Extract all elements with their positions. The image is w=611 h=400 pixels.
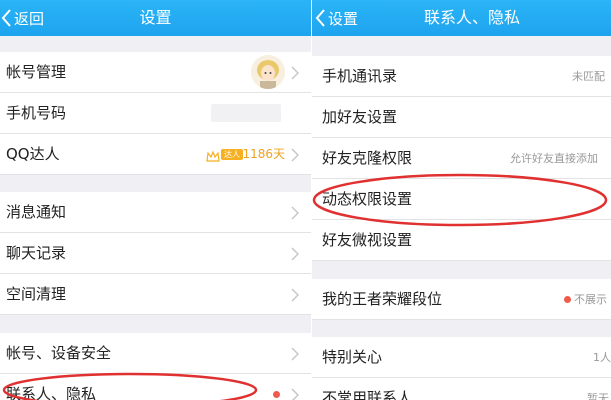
chevron-right-icon — [291, 247, 299, 261]
expert-badge: 达人 — [206, 148, 243, 162]
settings-item-label: 空间清理 — [6, 285, 67, 303]
settings-item-label: 消息通知 — [6, 203, 67, 221]
settings-item-qq-expert[interactable]: QQ达人 达人 1186天 — [0, 134, 311, 175]
settings-item-label: 联系人、隐私 — [6, 385, 97, 400]
settings-item-label: 帐号管理 — [6, 63, 67, 81]
privacy-item-phone-contacts[interactable]: 手机通讯录 未匹配 — [312, 56, 611, 97]
expert-days: 1186天 — [242, 147, 285, 161]
settings-panel: 返回 设置 帐号管理 手机号码 QQ达人 达人 1186天 消息通知 聊天记录 … — [0, 0, 311, 400]
privacy-item-label: 手机通讯录 — [322, 67, 398, 85]
contacts-privacy-panel: 设置 联系人、隐私 手机通讯录 未匹配 加好友设置 好友克隆权限 允许好友直接添… — [312, 0, 611, 400]
privacy-item-moments-permission[interactable]: 动态权限设置 — [312, 179, 611, 220]
settings-item-security[interactable]: 帐号、设备安全 — [0, 333, 311, 374]
privacy-item-label: 加好友设置 — [322, 108, 398, 126]
privacy-item-weishi[interactable]: 好友微视设置 — [312, 220, 611, 261]
chevron-right-icon — [291, 148, 299, 162]
avatar — [251, 55, 285, 89]
privacy-item-label: 不常用联系人 — [322, 389, 413, 400]
privacy-item-value: 不展示 — [574, 293, 607, 306]
settings-header: 返回 设置 — [0, 0, 311, 36]
privacy-item-honor-of-kings-rank[interactable]: 我的王者荣耀段位 不展示 — [312, 279, 611, 320]
settings-item-label: QQ达人 — [6, 145, 60, 163]
notification-dot — [564, 296, 571, 303]
privacy-item-value: 暂无 — [587, 392, 609, 400]
chevron-right-icon — [291, 206, 299, 220]
privacy-item-label: 好友微视设置 — [322, 231, 413, 249]
expert-tag: 达人 — [221, 149, 243, 160]
chevron-right-icon — [291, 388, 299, 400]
chevron-right-icon — [291, 66, 299, 80]
chevron-right-icon — [291, 288, 299, 302]
settings-item-label: 聊天记录 — [6, 244, 67, 262]
privacy-item-label: 我的王者荣耀段位 — [322, 290, 443, 308]
phone-number-masked — [211, 104, 281, 122]
settings-item-phone[interactable]: 手机号码 — [0, 93, 311, 134]
privacy-item-friend-clone[interactable]: 好友克隆权限 允许好友直接添加 — [312, 138, 611, 179]
settings-item-notifications[interactable]: 消息通知 — [0, 192, 311, 233]
privacy-item-value: 未匹配 — [572, 70, 605, 83]
notification-dot — [273, 391, 280, 398]
privacy-item-special-care[interactable]: 特别关心 1人 — [312, 337, 611, 378]
settings-item-contacts-privacy[interactable]: 联系人、隐私 — [0, 374, 311, 400]
privacy-item-label: 动态权限设置 — [322, 190, 413, 208]
settings-item-storage[interactable]: 空间清理 — [0, 274, 311, 315]
settings-item-label: 帐号、设备安全 — [6, 344, 112, 362]
privacy-item-label: 好友克隆权限 — [322, 149, 413, 167]
privacy-item-infrequent-contacts[interactable]: 不常用联系人 暂无 — [312, 378, 611, 400]
contacts-privacy-header: 设置 联系人、隐私 — [312, 0, 611, 36]
page-title: 联系人、隐私 — [423, 8, 520, 27]
privacy-item-value: 1人 — [593, 351, 611, 364]
privacy-item-label: 特别关心 — [322, 348, 383, 366]
settings-item-account[interactable]: 帐号管理 — [0, 52, 311, 93]
privacy-item-add-friend[interactable]: 加好友设置 — [312, 97, 611, 138]
settings-item-label: 手机号码 — [6, 104, 67, 122]
page-title: 设置 — [139, 8, 172, 27]
crown-icon — [206, 148, 220, 162]
settings-item-chat-history[interactable]: 聊天记录 — [0, 233, 311, 274]
chevron-right-icon — [291, 347, 299, 361]
privacy-item-value: 允许好友直接添加 — [510, 152, 598, 165]
